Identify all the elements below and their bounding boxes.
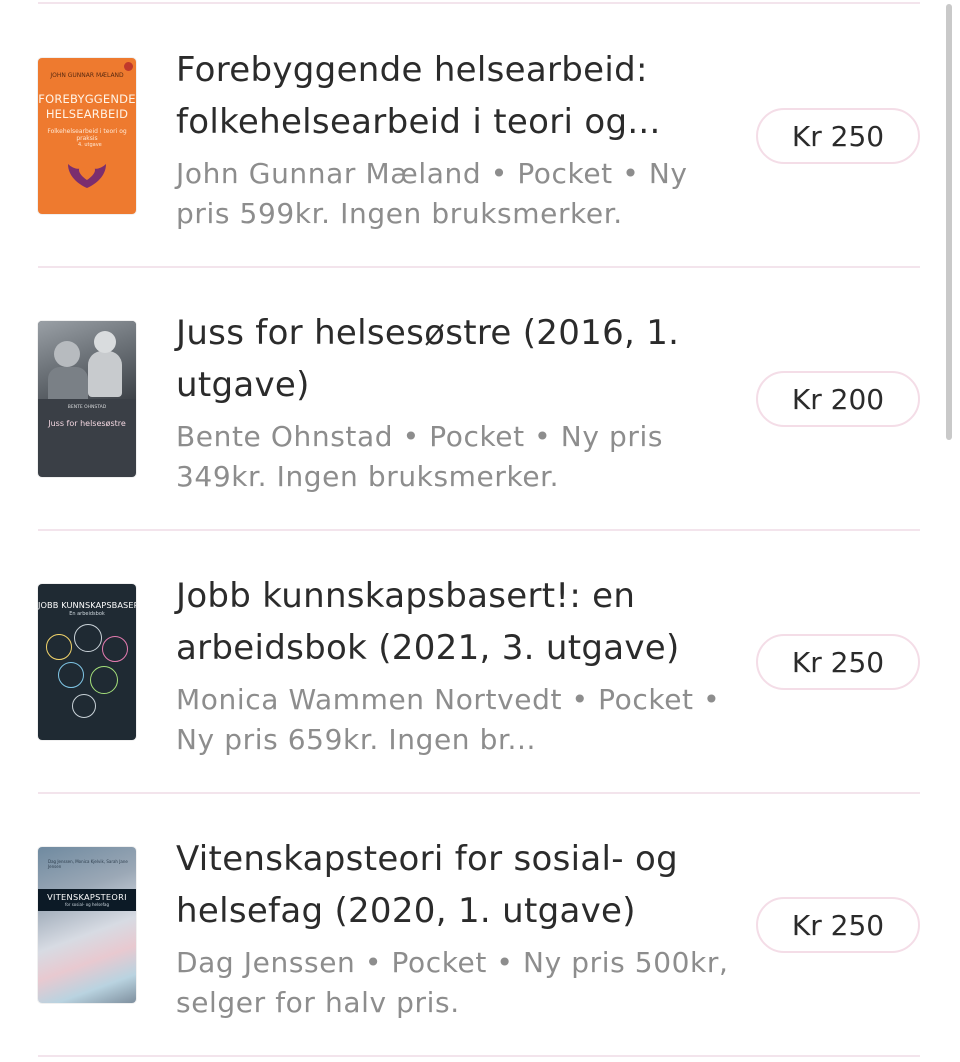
book-cover-image: JOHN GUNNAR MÆLAND FOREBYGGENDE HELSEARB… [38,58,136,214]
hands-heart-icon [68,164,106,188]
cover-authors: Dag Jenssen, Monica Kjelvik, Sarah Jane … [48,859,128,869]
scrollbar[interactable] [946,4,952,440]
book-cover-image: Dag Jenssen, Monica Kjelvik, Sarah Jane … [38,847,136,1003]
price-button[interactable]: Kr 200 [756,371,920,427]
cover-title: Juss for helsesøstre [48,419,126,428]
book-meta: Dag Jenssen • Pocket • Ny pris 500kr, se… [176,946,729,1019]
list-item[interactable]: Dag Jenssen, Monica Kjelvik, Sarah Jane … [38,793,920,1055]
price-button[interactable]: Kr 250 [756,634,920,690]
price-button[interactable]: Kr 250 [756,897,920,953]
book-meta: Bente Ohnstad • Pocket • Ny pris 349kr. … [176,420,664,493]
cover-title: VITENSKAPSTEORI [47,892,127,902]
book-meta: Monica Wammen Nortvedt • Pocket • Ny pri… [176,683,721,756]
list-item[interactable]: JOBB KUNNSKAPSBASERT! En arbeidsbok Jobb… [38,530,920,792]
cover-title: FOREBYGGENDE HELSEARBEID [38,92,136,121]
list-item[interactable]: BENTE OHNSTAD Juss for helsesøstre Juss … [38,267,920,529]
book-title: Forebyggende helsearbeid: folkehelsearbe… [176,50,661,142]
brain-icon [90,666,118,694]
cover-subtitle: for sosial- og helsefag [64,902,110,907]
book-title: Vitenskapsteori for sosial- og helsefag … [176,839,678,931]
cover-author: BENTE OHNSTAD [67,405,107,410]
head-icon [74,624,102,652]
book-cover-image: BENTE OHNSTAD Juss for helsesøstre [38,321,136,477]
gear-icon [58,662,84,688]
book-title: Jobb kunnskapsbasert!: en arbeidsbok (20… [176,576,680,668]
cover-subtitle: Folkehelsearbeid i teori og praksis [47,128,127,142]
cover-subtitle: En arbeidsbok [69,611,105,617]
cover-title: JOBB KUNNSKAPSBASERT! [38,600,136,610]
price-button[interactable]: Kr 250 [756,108,920,164]
puzzle-icon [102,636,128,662]
cover-photo [38,321,136,399]
network-icon [72,694,96,718]
cover-author: JOHN GUNNAR MÆLAND [50,72,124,79]
book-cover-image: JOBB KUNNSKAPSBASERT! En arbeidsbok [38,584,136,740]
list-divider [38,1055,920,1057]
book-meta: John Gunnar Mæland • Pocket • Ny pris 59… [176,157,688,230]
list-item[interactable]: JOHN GUNNAR MÆLAND FOREBYGGENDE HELSEARB… [38,4,920,266]
edition-badge [124,62,133,71]
book-title: Juss for helsesøstre (2016, 1. utgave) [176,313,680,405]
cover-title-band: VITENSKAPSTEORI for sosial- og helsefag [38,889,136,911]
lightbulb-icon [46,634,72,660]
cover-edition: 4. utgave [78,142,102,148]
